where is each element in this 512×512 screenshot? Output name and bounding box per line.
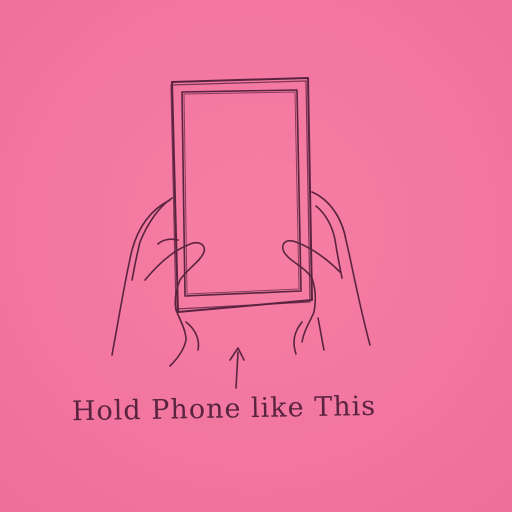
caption-text: Hold Phone like This [71,390,377,428]
left-hand-sketch [111,197,206,367]
phone-screen-outline [181,89,302,297]
right-hand-sketch [281,191,371,355]
phone-outline [170,77,313,313]
up-arrow-icon [229,347,245,389]
